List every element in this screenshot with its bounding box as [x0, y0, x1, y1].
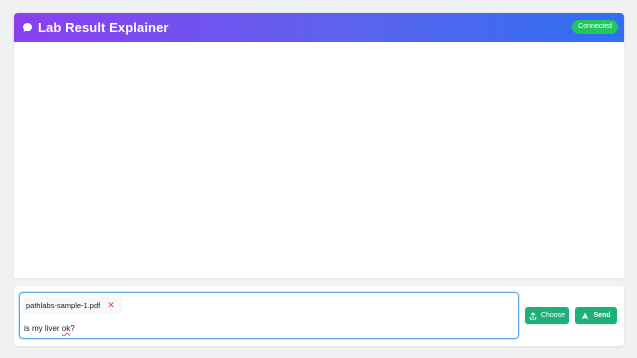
app-header: Lab Result Explainer Connected	[14, 13, 624, 42]
attachment-chip: pathlabs-sample-1.pdf ✕	[22, 297, 123, 314]
misspelled-word: ok	[61, 324, 71, 333]
send-arrow-icon	[581, 312, 589, 320]
message-text[interactable]: is my liver ok?	[24, 324, 75, 333]
choose-file-button[interactable]: Choose	[525, 307, 569, 324]
message-text-suffix: ?	[70, 324, 75, 333]
app-window: Lab Result Explainer Connected pathlabs-…	[0, 0, 637, 358]
message-composer: pathlabs-sample-1.pdf ✕ is my liver ok? …	[14, 286, 624, 346]
send-button-label: Send	[593, 312, 611, 319]
message-input[interactable]: pathlabs-sample-1.pdf ✕ is my liver ok?	[19, 292, 519, 339]
choose-button-label: Choose	[540, 312, 566, 319]
send-button[interactable]: Send	[575, 307, 617, 324]
connection-status-badge: Connected	[572, 20, 618, 34]
app-title: Lab Result Explainer	[38, 20, 169, 35]
chat-bubble-icon	[22, 22, 33, 33]
attachment-filename: pathlabs-sample-1.pdf	[26, 301, 101, 310]
message-text-prefix: is my liver	[24, 324, 62, 333]
chat-messages-area	[14, 42, 624, 278]
upload-icon	[529, 311, 537, 320]
close-icon[interactable]: ✕	[107, 301, 115, 310]
